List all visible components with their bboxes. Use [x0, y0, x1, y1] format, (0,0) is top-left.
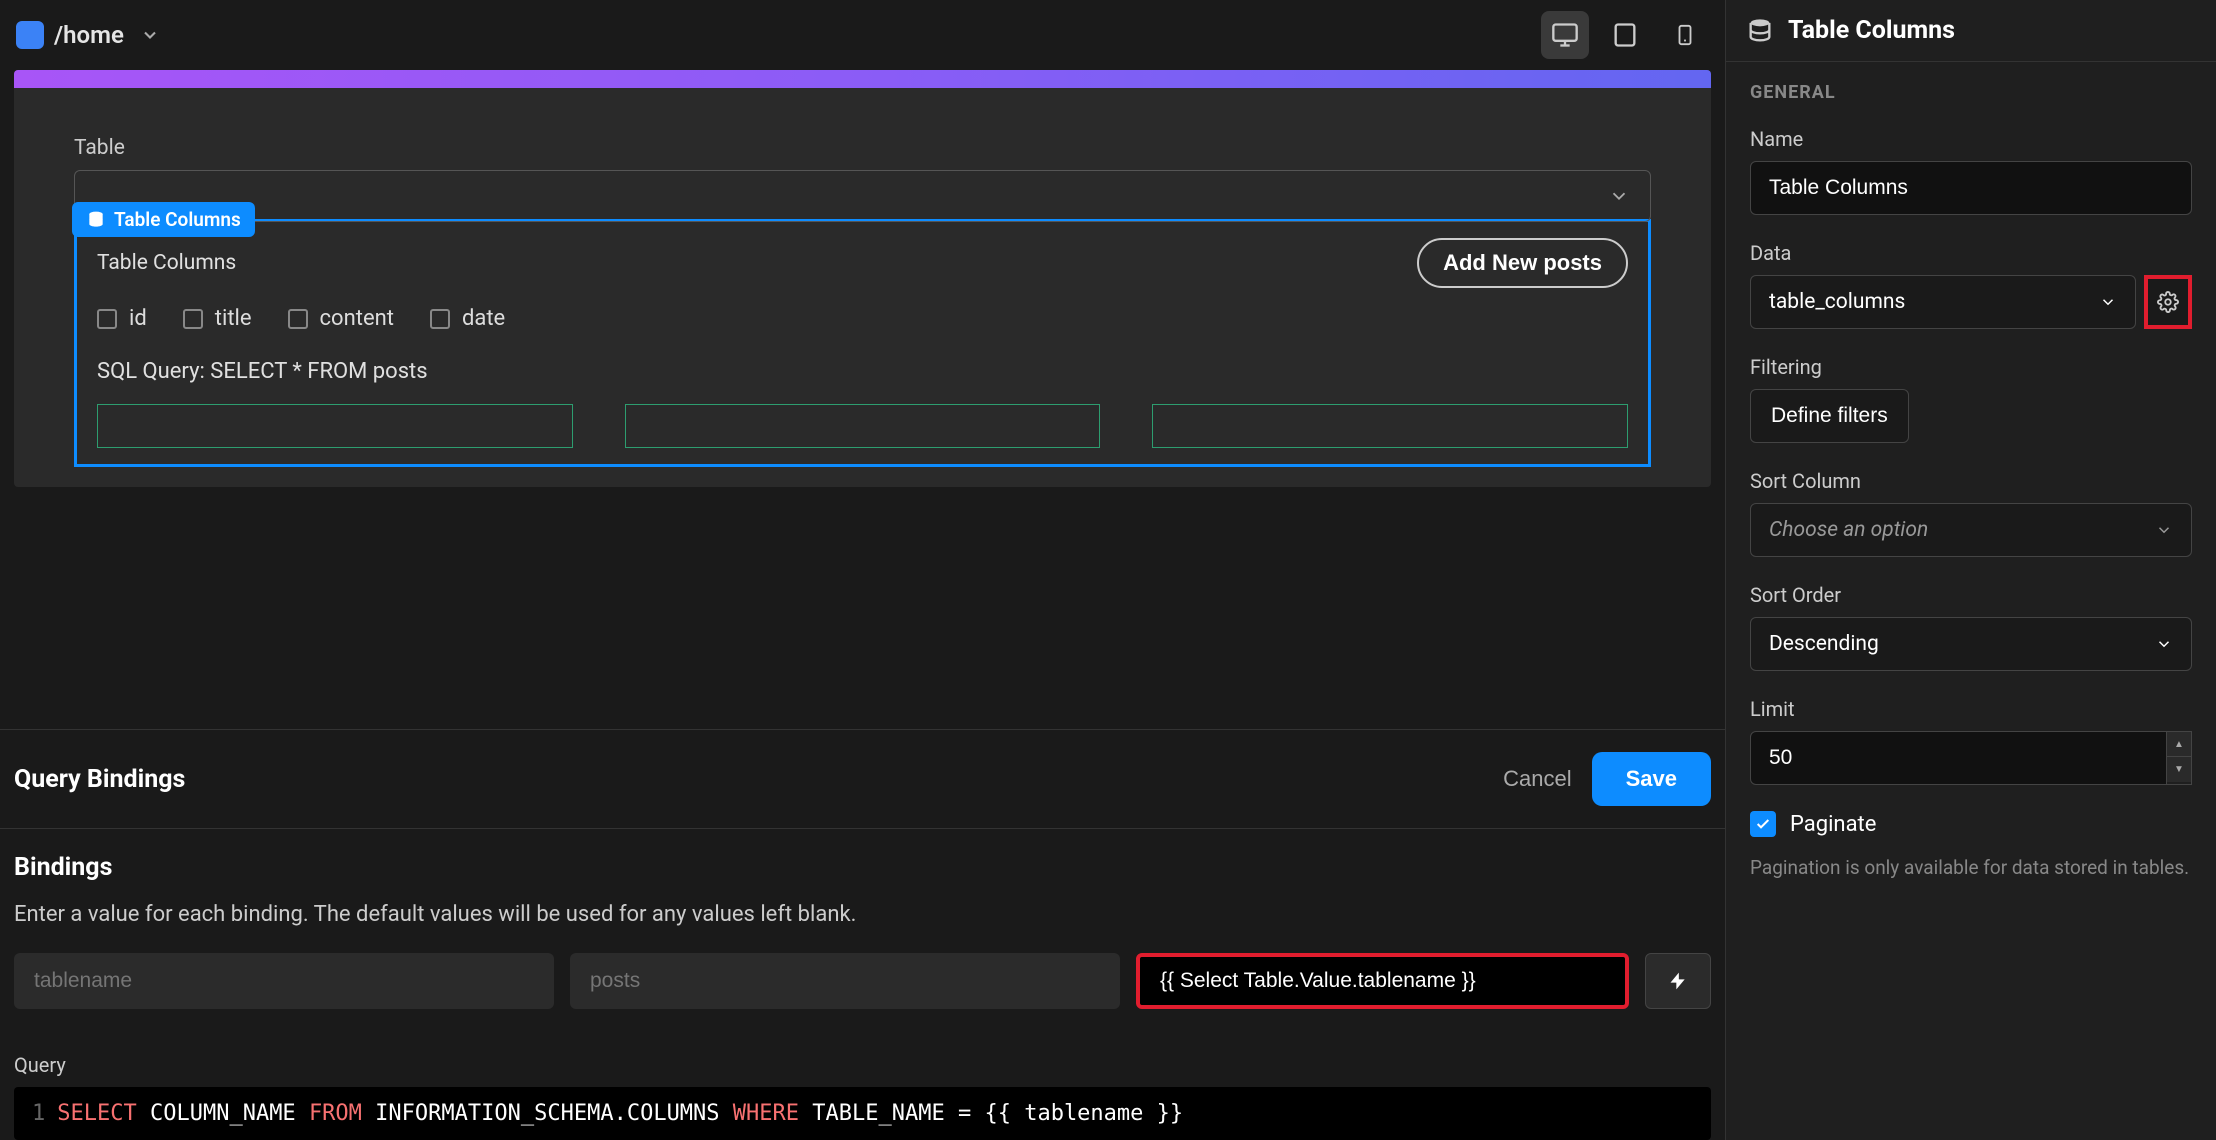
database-icon — [86, 210, 106, 230]
placeholder-box — [97, 404, 573, 448]
binding-default-input[interactable] — [570, 953, 1120, 1009]
column-check-date[interactable]: date — [430, 306, 505, 331]
paginate-help: Pagination is only available for data st… — [1750, 855, 2192, 882]
limit-input[interactable] — [1750, 731, 2167, 785]
section-general: GENERAL — [1750, 82, 2192, 103]
data-settings-button[interactable] — [2144, 275, 2192, 329]
query-label: Query — [0, 1053, 1725, 1077]
name-input[interactable] — [1750, 161, 2192, 215]
checkbox-icon[interactable] — [97, 309, 117, 329]
sortcol-select[interactable]: Choose an option — [1750, 503, 2192, 557]
limit-label: Limit — [1750, 697, 2192, 721]
table-field-label: Table — [74, 136, 1651, 160]
sidebar-title: Table Columns — [1788, 16, 1955, 45]
paginate-label: Paginate — [1790, 812, 1876, 837]
sortorder-select[interactable]: Descending — [1750, 617, 2192, 671]
app-badge[interactable] — [16, 21, 44, 49]
binding-value-input[interactable] — [1136, 953, 1629, 1009]
chevron-down-icon — [2155, 635, 2173, 653]
column-check-id[interactable]: id — [97, 306, 147, 331]
limit-decrement[interactable]: ▼ — [2167, 757, 2191, 782]
bindings-help-text: Enter a value for each binding. The defa… — [14, 902, 1711, 927]
data-select[interactable]: table_columns — [1750, 275, 2136, 329]
data-label: Data — [1750, 241, 2192, 265]
chevron-down-icon — [2099, 293, 2117, 311]
selected-component[interactable]: Table Columns Add New posts id title con… — [74, 219, 1651, 467]
desktop-view-button[interactable] — [1541, 11, 1589, 59]
cancel-button[interactable]: Cancel — [1503, 766, 1571, 792]
tablet-view-button[interactable] — [1601, 11, 1649, 59]
chevron-down-icon — [2155, 521, 2173, 539]
gear-icon — [2157, 291, 2179, 313]
column-check-title[interactable]: title — [183, 306, 252, 331]
component-tag[interactable]: Table Columns — [72, 202, 255, 237]
paginate-checkbox[interactable] — [1750, 811, 1776, 837]
placeholder-box — [1152, 404, 1628, 448]
check-icon — [1755, 816, 1771, 832]
placeholder-box — [625, 404, 1101, 448]
column-checks: id title content date — [97, 306, 1628, 331]
bindings-title: Bindings — [14, 853, 1711, 882]
sql-query-text: SQL Query: SELECT * FROM posts — [97, 359, 1628, 384]
canvas: Table Table Columns Table Columns Add Ne… — [0, 70, 1725, 729]
query-code[interactable]: 1SELECT COLUMN_NAME FROM INFORMATION_SCH… — [14, 1087, 1711, 1140]
sortcol-label: Sort Column — [1750, 469, 2192, 493]
breadcrumb[interactable]: /home — [54, 21, 124, 49]
checkbox-icon[interactable] — [430, 309, 450, 329]
filtering-label: Filtering — [1750, 355, 2192, 379]
sortorder-label: Sort Order — [1750, 583, 2192, 607]
define-filters-button[interactable]: Define filters — [1750, 389, 1909, 443]
binding-name-input[interactable] — [14, 953, 554, 1009]
save-button[interactable]: Save — [1592, 752, 1711, 806]
checkbox-icon[interactable] — [288, 309, 308, 329]
gradient-bar — [14, 70, 1711, 88]
component-title: Table Columns — [97, 251, 236, 275]
lightning-button[interactable] — [1645, 953, 1711, 1009]
mobile-view-button[interactable] — [1661, 11, 1709, 59]
name-label: Name — [1750, 127, 2192, 151]
query-bindings-panel: Query Bindings Cancel Save Bindings Ente… — [0, 729, 1725, 1140]
add-new-button[interactable]: Add New posts — [1417, 238, 1628, 288]
chevron-down-icon[interactable] — [140, 25, 160, 45]
top-bar: /home — [0, 0, 1725, 70]
database-icon — [1746, 17, 1774, 45]
properties-sidebar: Table Columns GENERAL Name Data table_co… — [1725, 0, 2216, 1140]
query-panel-title: Query Bindings — [14, 765, 185, 794]
checkbox-icon[interactable] — [183, 309, 203, 329]
lightning-icon — [1668, 969, 1688, 993]
table-select[interactable] — [74, 170, 1651, 222]
column-check-content[interactable]: content — [288, 306, 394, 331]
limit-increment[interactable]: ▲ — [2167, 732, 2191, 757]
